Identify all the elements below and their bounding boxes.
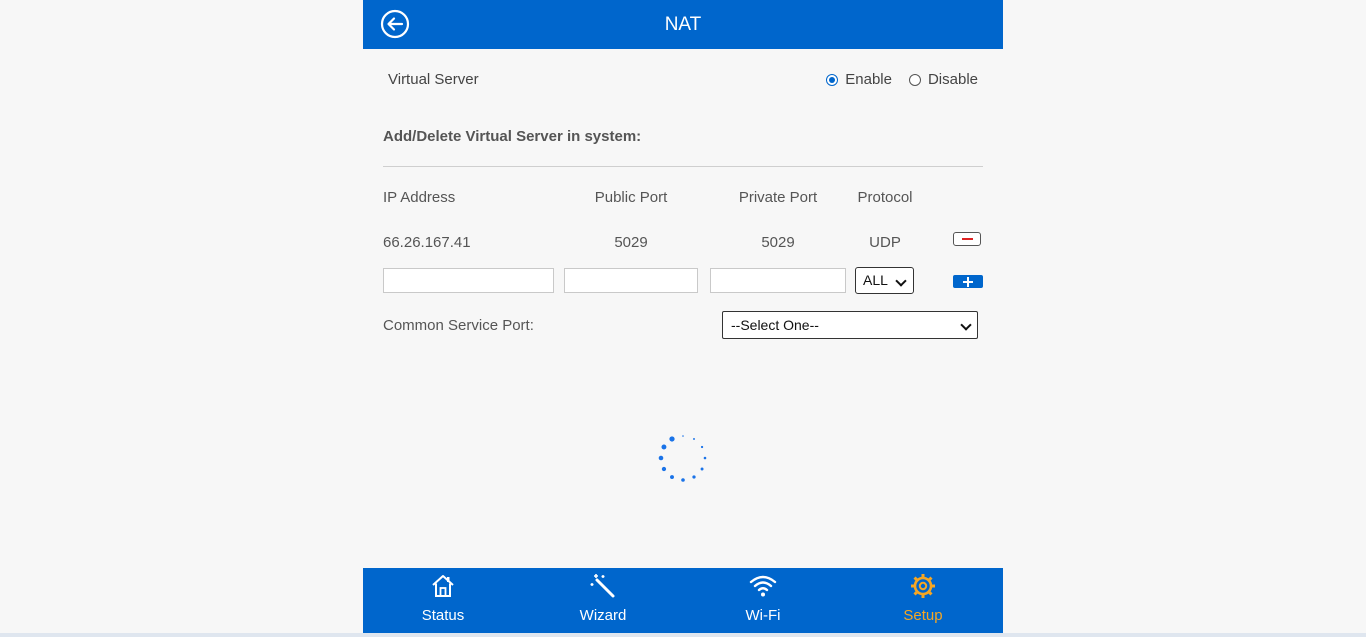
nav-status-label: Status [421,607,465,624]
spinner-dot [661,466,667,472]
enable-radio[interactable]: Enable [826,71,892,88]
spinner-dot [661,444,667,450]
header-protocol: Protocol [857,189,913,206]
wifi-icon [749,575,777,597]
disable-radio-circle[interactable] [908,73,921,86]
spinner-dot [703,456,707,460]
row-protocol: UDP [869,234,901,251]
section-divider [383,166,983,167]
row-public-port: 5029 [614,234,648,251]
gear-icon [911,574,935,598]
spinner-dot [681,478,685,482]
virtual-server-label: Virtual Server [388,71,479,88]
header-ip-address: IP Address [383,189,456,206]
spinner-dot [658,455,664,461]
nav-setup[interactable]: Setup [843,568,1003,633]
nav-setup-label: Setup [903,607,943,624]
disable-radio-label: Disable [927,71,978,88]
nav-wifi[interactable]: Wi-Fi [683,568,843,633]
spinner-dot [693,437,695,440]
magic-wand-icon [590,574,615,598]
header-public-port: Public Port [594,189,668,206]
page-title: NAT [664,14,702,35]
protocol-select-value: ALL [863,272,888,288]
chevron-down-icon [895,275,907,287]
header-bar: NAT [363,0,1003,49]
nav-status[interactable]: Status [363,568,523,633]
spinner-dot [669,436,675,442]
house-icon [432,575,454,597]
new-public-port-input[interactable] [564,268,698,293]
page-bottom-line [0,633,1366,637]
bottom-nav: Status Wizard Wi-Fi Setup [363,568,1003,633]
common-service-port-select[interactable]: --Select One-- [722,311,978,339]
spinner-dot [700,467,704,471]
nav-wizard[interactable]: Wizard [523,568,683,633]
enable-radio-label: Enable [845,71,892,88]
common-service-port-value: --Select One-- [731,317,819,333]
chevron-down-icon [960,319,972,331]
virtual-server-radio-group: Enable Disable [826,71,978,88]
nav-wizard-label: Wizard [579,607,627,624]
section-title: Add/Delete Virtual Server in system: [383,128,642,145]
spinner-dot [700,445,704,449]
spinner-dot [692,475,696,479]
common-service-port-label: Common Service Port: [383,317,534,334]
delete-row-button[interactable] [953,232,981,246]
row-ip-address: 66.26.167.41 [383,234,471,251]
row-private-port: 5029 [761,234,795,251]
nav-wifi-label: Wi-Fi [745,607,781,624]
add-row-button[interactable] [953,275,983,288]
nat-app: NAT Virtual Server Enable Disable Add/De… [363,0,1003,633]
loading-spinner-icon [658,433,708,483]
header-private-port: Private Port [738,189,818,206]
disable-radio[interactable]: Disable [908,71,978,88]
new-private-port-input[interactable] [710,268,846,293]
new-ip-address-input[interactable] [383,268,554,293]
spinner-dot [682,435,684,437]
enable-radio-circle[interactable] [826,73,839,86]
protocol-select[interactable]: ALL [855,267,914,294]
spinner-dot [670,475,674,480]
back-arrow-circle-icon[interactable] [380,9,410,39]
